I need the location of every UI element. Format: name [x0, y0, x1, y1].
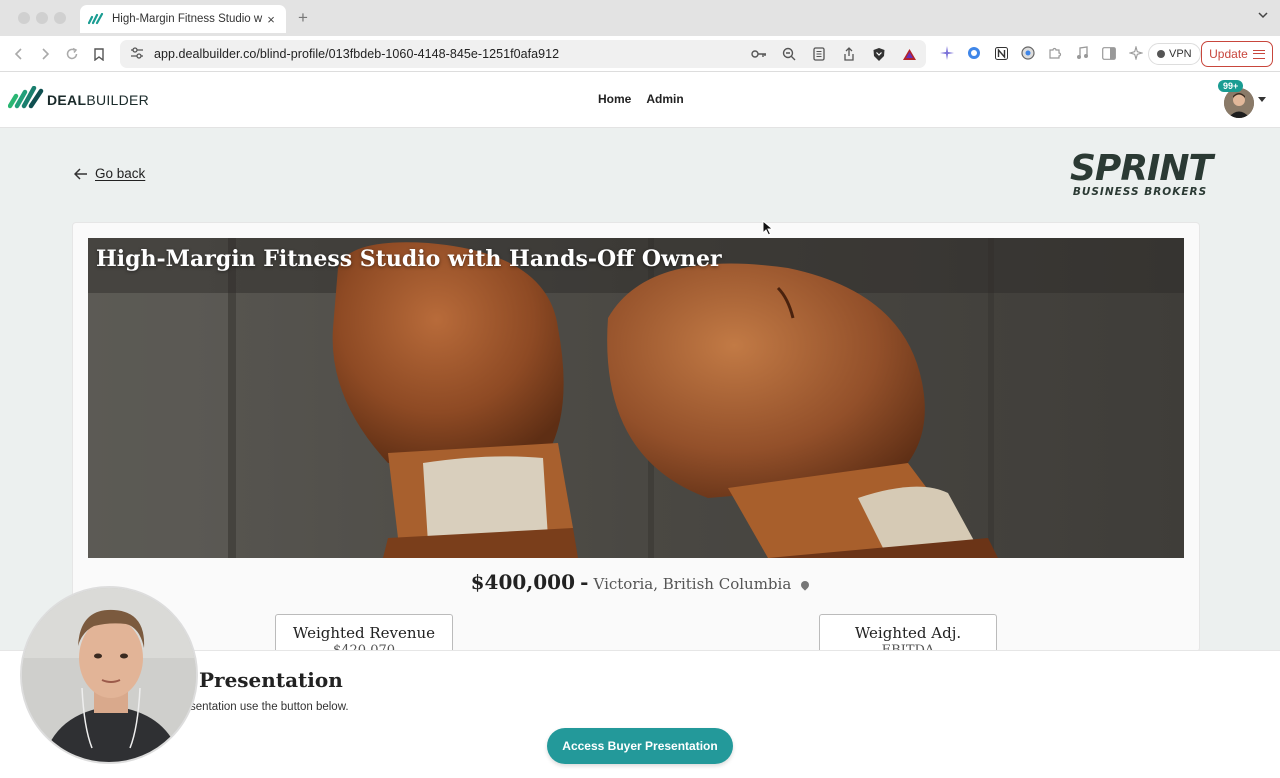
- listing-price: $400,000: [470, 570, 576, 594]
- close-window-button[interactable]: [18, 12, 30, 24]
- presentation-heading: Presentation: [199, 668, 343, 692]
- browser-tabbar: High-Margin Fitness Studio w × +: [0, 0, 1280, 36]
- site-settings-icon[interactable]: [130, 46, 146, 62]
- listing-location: Victoria, British Columbia: [593, 575, 792, 593]
- go-back-link[interactable]: Go back: [74, 166, 145, 181]
- address-bar[interactable]: app.dealbuilder.co/blind-profile/013fbde…: [120, 40, 926, 68]
- key-icon[interactable]: [750, 45, 768, 63]
- leo-ai-icon[interactable]: [1127, 44, 1145, 62]
- presentation-subtext: sentation use the button below.: [190, 701, 349, 713]
- update-label: Update: [1209, 47, 1248, 61]
- metric-card-weighted-revenue: Weighted Revenue $420,070: [275, 614, 453, 654]
- price-location: $400,000 - Victoria, British Columbia: [0, 570, 1280, 594]
- extension-globe-icon[interactable]: [1019, 44, 1037, 62]
- maximize-window-button[interactable]: [54, 12, 66, 24]
- reader-mode-icon[interactable]: [810, 45, 828, 63]
- tab-close-icon[interactable]: ×: [264, 12, 278, 27]
- vpn-button[interactable]: VPN: [1148, 43, 1201, 65]
- arrow-left-icon: [74, 167, 87, 180]
- user-menu[interactable]: 99+: [1218, 80, 1266, 118]
- main-nav: Home Admin: [598, 92, 684, 106]
- boxing-gloves-photo: [88, 238, 1184, 558]
- broker-logo: SPRINT BUSINESS BROKERS: [1070, 148, 1213, 199]
- minimize-window-button[interactable]: [36, 12, 48, 24]
- metric-label: Weighted Adj.: [854, 624, 962, 642]
- media-music-icon[interactable]: [1073, 44, 1091, 62]
- forward-icon[interactable]: [35, 44, 55, 64]
- dealbuilder-logo[interactable]: DEALBUILDER: [8, 86, 149, 110]
- reload-icon[interactable]: [62, 44, 82, 64]
- go-back-label: Go back: [95, 166, 146, 181]
- back-icon[interactable]: [9, 44, 29, 64]
- vpn-label: VPN: [1169, 48, 1192, 60]
- dealbuilder-favicon-icon: [87, 12, 104, 25]
- listing-title: High-Margin Fitness Studio with Hands-Of…: [96, 246, 722, 272]
- menu-hamburger-icon: [1252, 49, 1265, 59]
- nav-home[interactable]: Home: [598, 92, 631, 106]
- dealbuilder-logo-icon: [8, 86, 44, 109]
- url-text: app.dealbuilder.co/blind-profile/013fbde…: [154, 47, 560, 61]
- user-menu-caret-icon: [1258, 97, 1266, 102]
- brave-shield-icon[interactable]: [870, 45, 888, 63]
- presenter-video: [22, 588, 196, 762]
- notion-icon[interactable]: [992, 44, 1010, 62]
- update-button[interactable]: Update: [1201, 41, 1273, 67]
- new-tab-button[interactable]: +: [298, 8, 308, 28]
- nav-admin[interactable]: Admin: [646, 92, 683, 106]
- listing-hero-image: High-Margin Fitness Studio with Hands-Of…: [88, 238, 1184, 558]
- avatar[interactable]: [1224, 88, 1254, 118]
- webcam-overlay: [20, 586, 198, 764]
- extensions-puzzle-icon[interactable]: [1046, 44, 1064, 62]
- zoom-icon[interactable]: [780, 45, 798, 63]
- brave-rewards-icon[interactable]: [900, 45, 918, 63]
- access-buyer-presentation-button[interactable]: Access Buyer Presentation: [547, 728, 733, 764]
- price-separator: -: [580, 570, 589, 594]
- bookmark-icon[interactable]: [89, 44, 109, 64]
- extension-circle-icon[interactable]: [965, 44, 983, 62]
- sidebar-icon[interactable]: [1100, 44, 1118, 62]
- metric-card-weighted-ebitda: Weighted Adj. EBITDA: [819, 614, 997, 654]
- browser-tab[interactable]: High-Margin Fitness Studio w ×: [80, 5, 286, 33]
- tab-list-chevron-icon[interactable]: [1258, 10, 1268, 22]
- metric-label: Weighted Revenue: [292, 624, 436, 642]
- broker-logo-title: SPRINT: [1070, 148, 1213, 189]
- notification-badge: 99+: [1218, 80, 1244, 92]
- extension-sparkle-icon[interactable]: [938, 44, 956, 62]
- mouse-cursor-icon: [762, 220, 774, 236]
- broker-logo-subtitle: BUSINESS BROKERS: [1072, 186, 1208, 198]
- location-pin-icon: [799, 579, 812, 591]
- browser-toolbar: app.dealbuilder.co/blind-profile/013fbde…: [0, 36, 1280, 72]
- app-header: DEALBUILDER Home Admin 99+: [0, 72, 1280, 128]
- logo-wordmark: DEALBUILDER: [47, 92, 150, 108]
- share-icon[interactable]: [840, 45, 858, 63]
- vpn-status-icon: [1157, 50, 1165, 58]
- tab-title: High-Margin Fitness Studio w: [112, 13, 263, 25]
